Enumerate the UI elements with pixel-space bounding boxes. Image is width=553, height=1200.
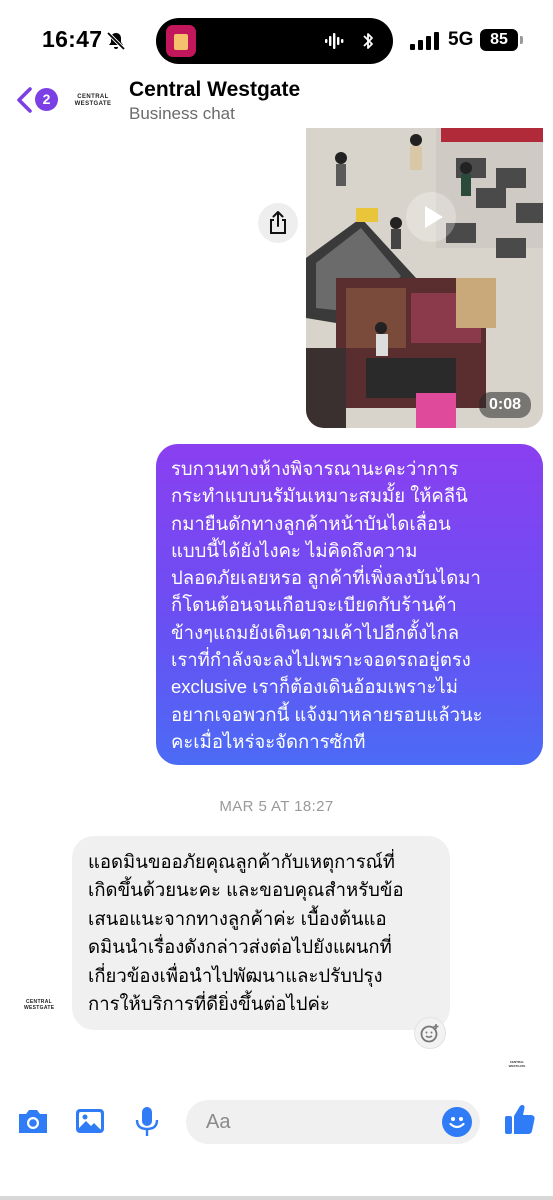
message-line: อยากเจอพวกนี้ แจ้งมาหลายรอบแล้วนะ — [171, 703, 483, 725]
message-line: รบกวนทางห้างพิจารณานะคะว่าการ — [171, 458, 459, 479]
chat-header: 2 CENTRAL WESTGATE Central Westgate Busi… — [0, 72, 553, 128]
chat-subtitle: Business chat — [129, 104, 235, 123]
message-line: เราที่กำลังจะลงไปเพราะจอดรถอยู่ตรง — [171, 649, 471, 671]
message-timestamp: MAR 5 AT 18:27 — [219, 798, 334, 815]
logo-line-2: WESTGATE — [24, 1005, 55, 1011]
message-line: ก็โดนต้อนจนเกือบจะเบียดกับร้านค้า — [171, 594, 457, 616]
message-line: แอดมินขออภัยคุณลูกค้ากับเหตุการณ์ที่ — [88, 851, 395, 872]
bluetooth-icon — [363, 33, 373, 49]
message-line: ข้างๆแถมยังเดินตามเค้าไปอีกตั้งไกล — [171, 621, 460, 643]
home-indicator-area — [0, 1196, 553, 1200]
video-duration: 0:08 — [478, 392, 531, 418]
signal-icon — [410, 32, 439, 50]
image-icon[interactable] — [74, 1106, 106, 1136]
add-reaction-button[interactable] — [414, 1017, 446, 1049]
share-button[interactable] — [258, 203, 298, 243]
bell-slash-icon — [106, 31, 126, 51]
back-chevron-icon[interactable] — [14, 86, 34, 114]
add-reaction-icon — [420, 1024, 439, 1043]
unread-count-badge[interactable]: 2 — [35, 88, 58, 111]
audio-wave-icon — [325, 33, 344, 49]
message-line: กมายืนดักทางลูกค้าหน้าบันไดเลื่อน — [171, 512, 451, 534]
message-line: การให้บริการที่ดียิ่งขึ้นต่อไปค่ะ — [88, 993, 330, 1015]
microphone-icon[interactable] — [134, 1106, 160, 1138]
dynamic-island[interactable] — [156, 18, 393, 64]
incoming-message-bubble[interactable]: แอดมินขออภัยคุณลูกค้ากับเหตุการณ์ที่ เกิ… — [72, 836, 450, 1031]
message-input[interactable]: Aa — [186, 1100, 480, 1144]
chat-title[interactable]: Central Westgate — [129, 78, 300, 102]
seen-logo-line-2: WESTGATE — [508, 1064, 526, 1068]
message-line: คะเมื่อไหร่จะจัดการซักที — [171, 730, 366, 752]
message-line: กระทำแบบนรัมันเหมาะสมมั้ย ให้คลีนิ — [171, 485, 468, 507]
outgoing-message-bubble[interactable]: รบกวนทางห้างพิจารณานะคะว่าการ กระทำแบบนร… — [156, 444, 543, 766]
network-type: 5G — [448, 29, 474, 50]
video-message[interactable]: 0:08 — [306, 128, 543, 428]
emoji-icon[interactable] — [442, 1107, 472, 1137]
seen-indicator: CENTRAL WESTGATE — [508, 1060, 526, 1068]
message-line: ดมินนำเรื่องดังกล่าวส่งต่อไปยังแผนกที่ — [88, 936, 392, 958]
business-avatar[interactable]: CENTRAL WESTGATE — [74, 94, 112, 108]
status-bar: 16:47 5G 85 — [0, 0, 553, 80]
message-line: exclusive เราก็ต้องเดินอ้อมเพราะไม่ — [171, 676, 458, 698]
message-line: เกี่ยวข้องเพื่อนำไปพัฒนาและปรับปรุง — [88, 964, 383, 986]
play-icon[interactable] — [406, 192, 456, 242]
video-thumbnail — [306, 128, 543, 428]
share-icon — [270, 211, 286, 234]
camera-icon[interactable] — [16, 1106, 50, 1136]
sender-avatar[interactable]: CENTRAL WESTGATE — [24, 999, 54, 1011]
message-line: เกิดขึ้นด้วยนะคะ และขอบคุณสำหรับข้อ — [88, 879, 404, 901]
message-line: ปลอดภัยเลยหรอ ลูกค้าที่เพิ่งลงบันไดมา — [171, 567, 481, 589]
message-line: แบบนี้ได้ยังไงคะ ไม่คิดถึงความ — [171, 539, 418, 561]
battery-tip — [520, 36, 523, 44]
thumbs-up-icon[interactable] — [503, 1102, 537, 1136]
battery-level: 85 — [480, 29, 518, 51]
message-composer: Aa — [0, 1094, 553, 1154]
clock: 16:47 — [42, 26, 103, 52]
message-input-placeholder: Aa — [206, 1111, 231, 1133]
logo-line-2: WESTGATE — [74, 101, 112, 107]
now-playing-thumbnail — [166, 25, 196, 57]
message-line: เสนอแนะจากทางลูกค้าค่ะ เบื้องต้นแอ — [88, 907, 387, 929]
logo-line-1: CENTRAL — [77, 94, 109, 100]
